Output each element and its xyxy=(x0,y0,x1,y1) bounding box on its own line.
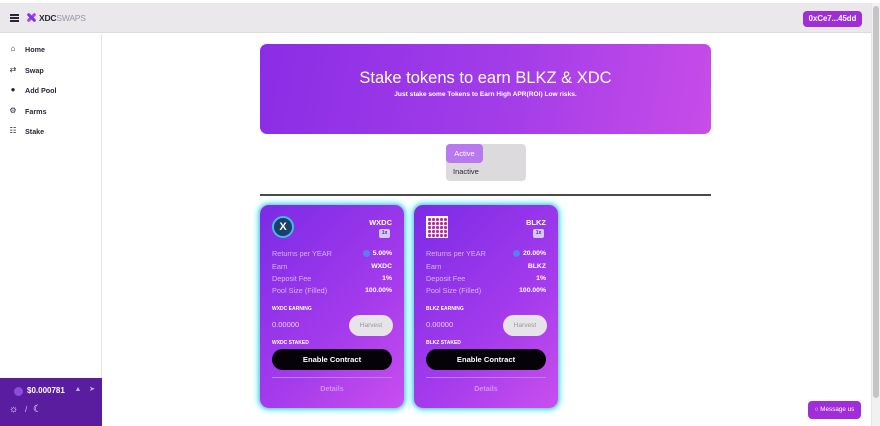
pool-size-value: 100.00% xyxy=(365,287,392,294)
returns-value: 5.00% xyxy=(362,250,392,257)
pool-token-name: WXDC xyxy=(369,218,392,227)
theme-separator: / xyxy=(25,405,28,414)
token-price-icon xyxy=(14,387,23,396)
pool-card-wxdc: X WXDC 1x Returns per YEAR 5.00% Earn WX… xyxy=(260,205,404,408)
swap-icon: ⇄ xyxy=(9,65,17,74)
returns-label: Returns per YEAR xyxy=(272,249,332,258)
sidebar-item-add-pool[interactable]: ● Add Pool xyxy=(0,80,101,100)
earn-row: Earn BLKZ xyxy=(426,261,546,272)
earn-row: Earn WXDC xyxy=(272,261,392,272)
earn-value: WXDC xyxy=(371,263,392,270)
app-logo[interactable]: XDCSWAPS xyxy=(26,12,86,23)
sidebar-item-label: Add Pool xyxy=(25,85,57,95)
pool-size-value: 100.00% xyxy=(519,287,546,294)
section-divider xyxy=(260,194,711,196)
dark-mode-icon[interactable]: ☾ xyxy=(33,404,42,415)
sidebar-item-swap[interactable]: ⇄ Swap xyxy=(0,60,101,80)
pool-size-row: Pool Size (Filled) 100.00% xyxy=(272,285,392,296)
calculator-icon[interactable] xyxy=(512,250,520,257)
banner-title: Stake tokens to earn BLKZ & XDC xyxy=(359,69,612,87)
app-root: XDCSWAPS 0xCe7...45dd ⌂ Home ⇄ Swap ● Ad… xyxy=(0,0,880,426)
sidebar-footer: $0.000781 ▲ ➤ ☼ / ☾ xyxy=(0,378,102,426)
staked-label: BLKZ STAKED xyxy=(426,340,461,346)
top-bar: XDCSWAPS 0xCe7...45dd xyxy=(0,3,871,33)
logo-text: XDCSWAPS xyxy=(39,12,86,23)
wallet-address-button[interactable]: 0xCe7...45dd xyxy=(803,11,862,27)
sidebar-item-label: Stake xyxy=(25,126,45,136)
card-divider xyxy=(272,377,392,378)
pool-size-label: Pool Size (Filled) xyxy=(426,286,482,295)
earn-label: Earn xyxy=(272,262,288,271)
earning-value: 0.00000 xyxy=(272,320,300,329)
deposit-fee-row: Deposit Fee 1% xyxy=(426,273,546,284)
earn-value: BLKZ xyxy=(527,263,546,270)
tab-inactive[interactable]: Inactive xyxy=(453,167,479,176)
deposit-fee-label: Deposit Fee xyxy=(426,274,466,283)
pool-token-name: BLKZ xyxy=(526,218,546,227)
logo-mark-icon xyxy=(26,12,37,23)
deposit-fee-label: Deposit Fee xyxy=(272,274,312,283)
calculator-icon[interactable] xyxy=(362,250,370,257)
pool-size-row: Pool Size (Filled) 100.00% xyxy=(426,285,546,296)
message-us-label: Message us xyxy=(820,406,855,413)
card-divider xyxy=(426,377,546,378)
home-icon: ⌂ xyxy=(10,44,16,53)
returns-value: 20.00% xyxy=(512,250,546,257)
deposit-fee-value: 1% xyxy=(536,275,546,282)
earning-label: BLKZ EARNING xyxy=(426,306,464,312)
sidebar-item-label: Home xyxy=(25,44,45,54)
harvest-button[interactable]: Harvest xyxy=(503,315,547,336)
add-pool-icon: ● xyxy=(10,85,16,94)
twitter-icon[interactable]: ▲ xyxy=(74,386,82,394)
returns-row: Returns per YEAR 5.00% xyxy=(272,248,392,259)
harvest-button[interactable]: Harvest xyxy=(349,315,393,336)
enable-contract-button[interactable]: Enable Contract xyxy=(272,349,392,370)
returns-row: Returns per YEAR 20.00% xyxy=(426,248,546,259)
stake-icon: ☷ xyxy=(9,126,17,135)
multiplier-badge: 1x xyxy=(379,229,390,238)
earn-label: Earn xyxy=(426,262,442,271)
pool-status-toggle: Active Inactive xyxy=(446,144,526,181)
farms-icon: ⚙ xyxy=(9,106,17,115)
blkz-token-icon xyxy=(426,216,448,238)
returns-label: Returns per YEAR xyxy=(426,249,486,258)
sidebar-item-label: Farms xyxy=(25,106,47,116)
earning-label: WXDC EARNING xyxy=(272,306,312,312)
pool-size-label: Pool Size (Filled) xyxy=(272,286,328,295)
token-price: $0.000781 xyxy=(27,386,65,395)
sidebar-item-label: Swap xyxy=(25,65,44,75)
tab-active[interactable]: Active xyxy=(446,144,483,163)
enable-contract-button[interactable]: Enable Contract xyxy=(426,349,546,370)
details-toggle[interactable]: Details xyxy=(414,384,558,393)
wxdc-token-icon: X xyxy=(272,216,294,238)
sidebar: ⌂ Home ⇄ Swap ● Add Pool ⚙ Farms ☷ Stake… xyxy=(0,34,102,426)
earning-value: 0.00000 xyxy=(426,320,454,329)
telegram-icon[interactable]: ➤ xyxy=(88,386,96,394)
multiplier-badge: 1x xyxy=(533,229,544,238)
sidebar-item-stake[interactable]: ☷ Stake xyxy=(0,121,101,141)
stake-banner: Stake tokens to earn BLKZ & XDC Just sta… xyxy=(260,44,711,134)
sidebar-item-home[interactable]: ⌂ Home xyxy=(0,39,101,59)
message-us-button[interactable]: ○ Message us xyxy=(808,401,861,419)
scrollbar-thumb[interactable] xyxy=(873,6,879,398)
details-toggle[interactable]: Details xyxy=(260,384,404,393)
menu-icon[interactable] xyxy=(10,14,19,22)
deposit-fee-value: 1% xyxy=(382,275,392,282)
light-mode-icon[interactable]: ☼ xyxy=(9,405,18,415)
staked-label: WXDC STAKED xyxy=(272,340,309,346)
sidebar-item-farms[interactable]: ⚙ Farms xyxy=(0,101,101,121)
banner-subtitle: Just stake some Tokens to Earn High APR(… xyxy=(394,91,577,98)
deposit-fee-row: Deposit Fee 1% xyxy=(272,273,392,284)
pool-card-blkz: BLKZ 1x Returns per YEAR 20.00% Earn BLK… xyxy=(414,205,558,408)
